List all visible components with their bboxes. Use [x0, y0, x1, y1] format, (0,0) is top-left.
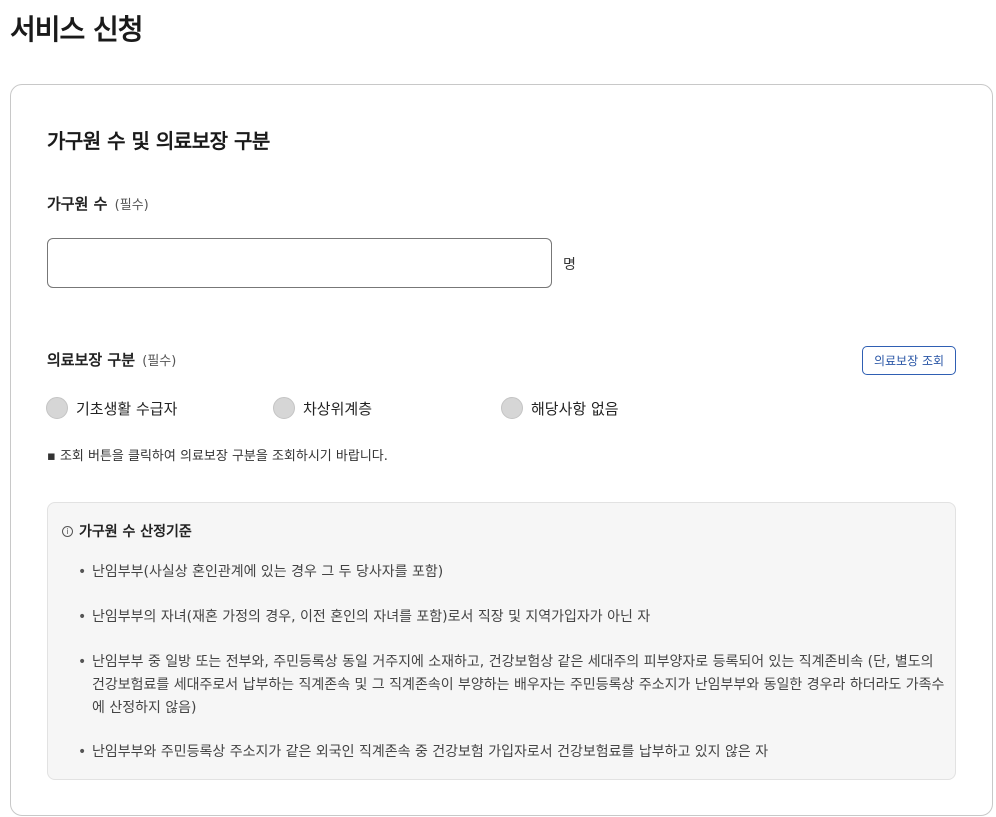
household-count-label: 가구원 수 (필수)	[47, 193, 149, 214]
medical-coverage-label-text: 의료보장 구분	[47, 351, 136, 369]
required-mark: (필수)	[142, 354, 177, 369]
radio-circle[interactable]	[501, 397, 523, 419]
bullet-icon: •	[78, 744, 87, 760]
required-mark: (필수)	[114, 198, 149, 213]
criteria-item-text: 난임부부의 자녀(재혼 가정의 경우, 이전 혼인의 자녀를 포함)로서 직장 …	[92, 609, 651, 625]
radio-circle[interactable]	[46, 397, 68, 419]
household-count-label-text: 가구원 수	[47, 195, 108, 213]
household-criteria-box: i 가구원 수 산정기준 • 난임부부(사실상 혼인관계에 있는 경우 그 두 …	[47, 502, 956, 780]
criteria-header: i 가구원 수 산정기준	[62, 521, 192, 541]
criteria-item-text: 난임부부와 주민등록상 주소지가 같은 외국인 직계존속 중 건강보험 가입자로…	[92, 744, 769, 760]
page-title: 서비스 신청	[10, 13, 144, 46]
criteria-item: • 난임부부 중 일방 또는 전부와, 주민등록상 동일 거주지에 소재하고, …	[78, 651, 948, 720]
section-title: 가구원 수 및 의료보장 구분	[47, 129, 270, 153]
radio-basic-livelihood[interactable]: 기초생활 수급자	[46, 397, 177, 419]
application-card: 가구원 수 및 의료보장 구분 가구원 수 (필수) 명 의료보장 구분 (필수…	[10, 84, 993, 816]
criteria-item: • 난임부부의 자녀(재혼 가정의 경우, 이전 혼인의 자녀를 포함)로서 직…	[78, 606, 948, 629]
criteria-item-text: 난임부부(사실상 혼인관계에 있는 경우 그 두 당사자를 포함)	[92, 564, 444, 580]
criteria-item: • 난임부부(사실상 혼인관계에 있는 경우 그 두 당사자를 포함)	[78, 561, 948, 584]
household-count-unit: 명	[563, 257, 576, 273]
household-count-input[interactable]	[47, 238, 552, 288]
bullet-icon: •	[78, 609, 87, 625]
lookup-hint: ▪ 조회 버튼을 클릭하여 의료보장 구분을 조회하시기 바랍니다.	[47, 449, 388, 464]
radio-not-applicable[interactable]: 해당사항 없음	[501, 397, 619, 419]
radio-label: 해당사항 없음	[531, 399, 619, 418]
radio-near-poverty[interactable]: 차상위계층	[273, 397, 372, 419]
medical-coverage-lookup-button[interactable]: 의료보장 조회	[862, 346, 956, 375]
criteria-title: 가구원 수 산정기준	[79, 524, 192, 540]
bullet-icon: •	[78, 564, 87, 580]
medical-coverage-label: 의료보장 구분 (필수)	[47, 349, 176, 370]
bullet-icon: •	[78, 654, 87, 670]
radio-label: 차상위계층	[303, 399, 373, 418]
radio-label: 기초생활 수급자	[76, 399, 178, 418]
radio-circle[interactable]	[273, 397, 295, 419]
criteria-item-text: 난임부부 중 일방 또는 전부와, 주민등록상 동일 거주지에 소재하고, 건강…	[92, 654, 945, 716]
info-icon: i	[62, 525, 73, 537]
criteria-item: • 난임부부와 주민등록상 주소지가 같은 외국인 직계존속 중 건강보험 가입…	[78, 741, 948, 764]
